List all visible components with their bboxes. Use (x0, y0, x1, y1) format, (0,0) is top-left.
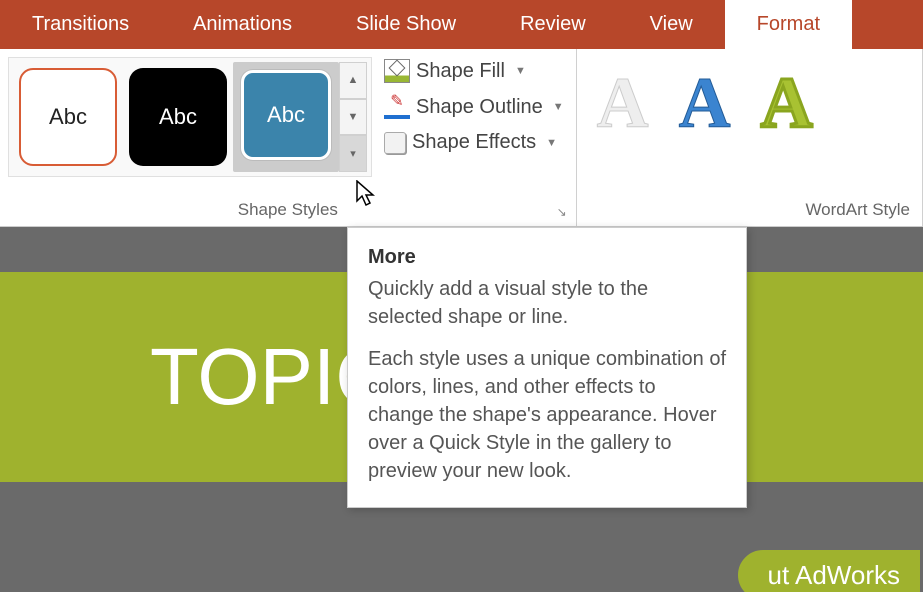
shape-styles-dialog-launcher[interactable]: ↘ (554, 204, 570, 220)
tooltip-line-1: Quickly add a visual style to the select… (368, 275, 726, 331)
adworks-pill[interactable]: ut AdWorks (735, 547, 923, 592)
tab-transitions[interactable]: Transitions (0, 0, 161, 49)
ribbon-tabs: Transitions Animations Slide Show Review… (0, 0, 923, 49)
tooltip-line-2: Each style uses a unique combination of … (368, 345, 726, 485)
pen-outline-icon (384, 95, 410, 119)
ribbon: Abc Abc Abc ▲ ▼ ▾ Shape Fill ▼ (0, 49, 923, 227)
shape-outline-button[interactable]: Shape Outline ▼ (380, 93, 568, 121)
dropdown-arrow-icon: ▼ (553, 101, 564, 113)
group-label-wordart: WordArt Style (585, 200, 914, 224)
shape-fill-button[interactable]: Shape Fill ▼ (380, 57, 568, 85)
gallery-row-down[interactable]: ▼ (340, 99, 367, 136)
gallery-row-up[interactable]: ▲ (340, 62, 367, 99)
shape-styles-gallery: Abc Abc Abc ▲ ▼ ▾ (8, 57, 372, 177)
shape-fill-label: Shape Fill (416, 60, 505, 83)
group-label-shape-styles: Shape Styles (8, 200, 568, 224)
wordart-style-2[interactable]: A (679, 67, 731, 139)
shape-outline-label: Shape Outline (416, 96, 543, 119)
wordart-style-1[interactable]: A (597, 67, 649, 139)
gallery-spinner: ▲ ▼ ▾ (339, 62, 367, 172)
tab-review[interactable]: Review (488, 0, 618, 49)
shape-style-3-selected[interactable]: Abc (233, 62, 339, 172)
gallery-more-button[interactable]: ▾ (340, 135, 367, 172)
tab-view[interactable]: View (618, 0, 725, 49)
dropdown-arrow-icon: ▼ (546, 137, 557, 149)
tab-format[interactable]: Format (725, 0, 852, 49)
shape-style-1[interactable]: Abc (13, 62, 123, 172)
shape-effects-button[interactable]: Shape Effects ▼ (380, 129, 568, 156)
paint-bucket-icon (384, 59, 410, 83)
effects-icon (384, 132, 406, 154)
shape-effects-label: Shape Effects (412, 131, 536, 154)
group-wordart-styles: A A A WordArt Style (577, 49, 923, 226)
dropdown-arrow-icon: ▼ (515, 65, 526, 77)
shape-commands: Shape Fill ▼ Shape Outline ▼ Shape Effec… (380, 57, 568, 156)
tab-slideshow[interactable]: Slide Show (324, 0, 488, 49)
tooltip-title: More (368, 246, 726, 269)
more-tooltip: More Quickly add a visual style to the s… (347, 227, 747, 508)
tab-animations[interactable]: Animations (161, 0, 324, 49)
group-shape-styles: Abc Abc Abc ▲ ▼ ▾ Shape Fill ▼ (0, 49, 577, 226)
wordart-style-3[interactable]: A (761, 67, 813, 139)
shape-style-2[interactable]: Abc (123, 62, 233, 172)
